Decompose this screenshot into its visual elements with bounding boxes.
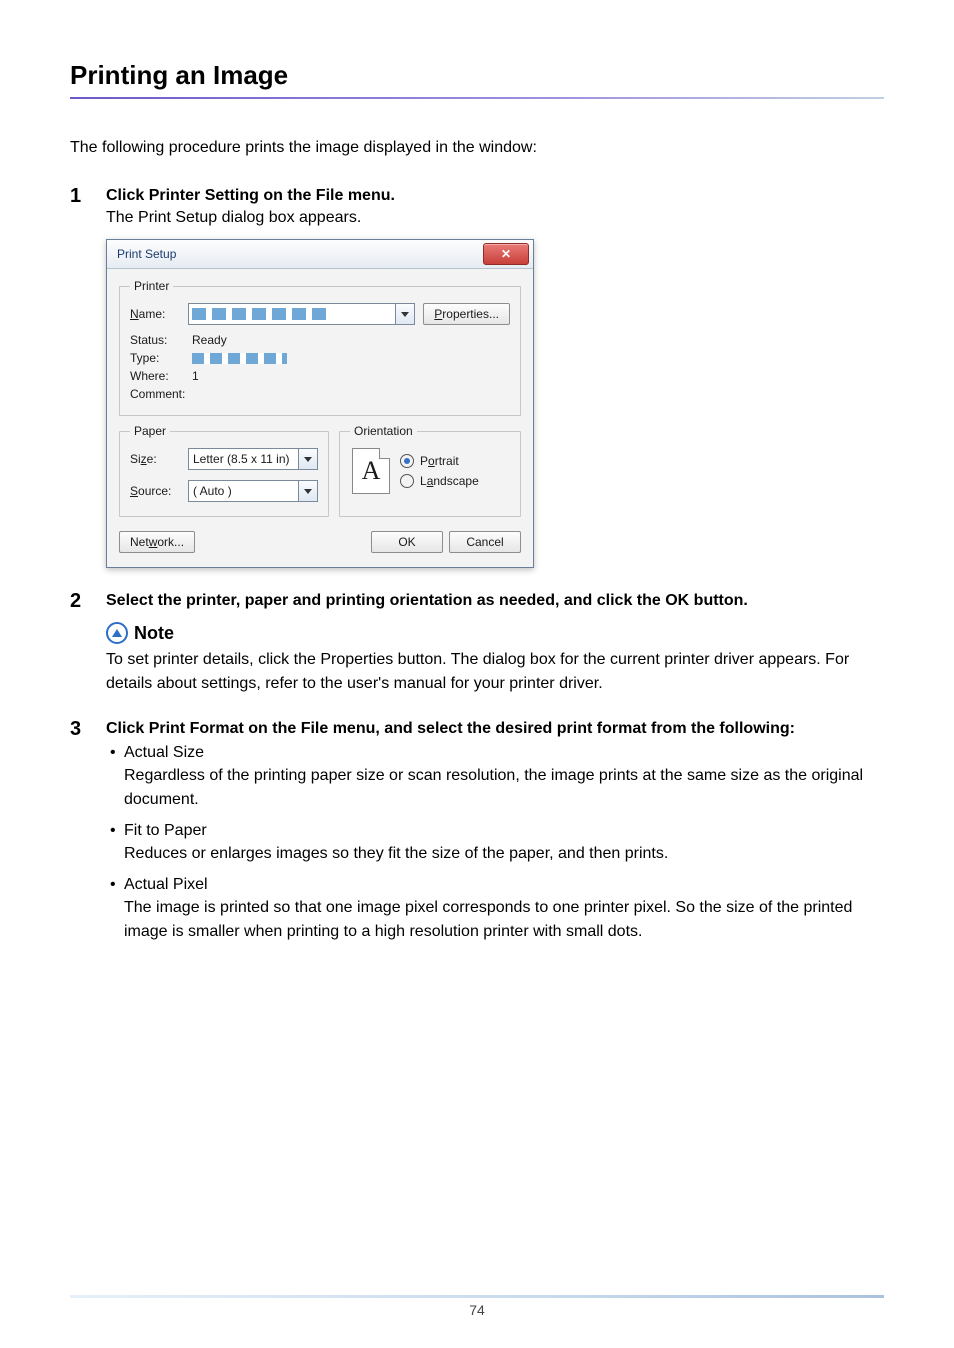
step-number: 2 — [70, 590, 81, 613]
step-title: Click Print Format on the File menu, and… — [106, 720, 884, 738]
printer-name-dropdown[interactable] — [188, 303, 415, 325]
radio-checked-icon — [400, 454, 414, 468]
note-text: To set printer details, click the Proper… — [106, 648, 884, 696]
paper-size-value: Letter (8.5 x 11 in) — [193, 452, 290, 466]
note-header: Note — [106, 622, 884, 644]
orientation-preview-icon: A — [352, 448, 390, 494]
orientation-legend: Orientation — [350, 424, 417, 438]
step-title: Select the printer, paper and printing o… — [106, 592, 884, 610]
paper-legend: Paper — [130, 424, 170, 438]
step-title: Click Printer Setting on the File menu. — [106, 187, 884, 205]
network-button[interactable]: Network... — [119, 531, 195, 553]
cancel-button[interactable]: Cancel — [449, 531, 521, 553]
page-title: Printing an Image — [70, 60, 884, 91]
format-name: Actual Size — [124, 744, 884, 762]
type-label: Type: — [130, 351, 192, 365]
orientation-group: Orientation A Portrait — [339, 424, 521, 517]
radio-unchecked-icon — [400, 474, 414, 488]
close-icon: ✕ — [501, 247, 511, 261]
note-heading: Note — [134, 623, 174, 644]
format-desc: Regardless of the printing paper size or… — [124, 764, 884, 812]
network-label: Network... — [130, 535, 184, 549]
format-name: Actual Pixel — [124, 876, 884, 894]
step-2: 2 Select the printer, paper and printing… — [70, 592, 884, 720]
footer-divider — [70, 1295, 884, 1298]
properties-button[interactable]: Properties... — [423, 303, 510, 325]
list-item: Actual Size Regardless of the printing p… — [124, 744, 884, 822]
intro-text: The following procedure prints the image… — [70, 139, 884, 157]
page-number: 74 — [70, 1302, 884, 1318]
step-3: 3 Click Print Format on the File menu, a… — [70, 720, 884, 978]
note-icon — [106, 622, 128, 644]
landscape-label: Landscape — [420, 474, 479, 488]
list-item: Fit to Paper Reduces or enlarges images … — [124, 822, 884, 876]
paper-source-value: ( Auto ) — [193, 484, 232, 498]
dropdown-button[interactable] — [395, 304, 414, 324]
properties-label: Properties... — [434, 307, 499, 321]
chevron-down-icon — [401, 312, 409, 317]
page-footer: 74 — [70, 1295, 884, 1318]
status-value: Ready — [192, 333, 510, 347]
where-label: Where: — [130, 369, 192, 383]
step-1: 1 Click Printer Setting on the File menu… — [70, 187, 884, 592]
chevron-down-icon — [304, 489, 312, 494]
list-item: Actual Pixel The image is printed so tha… — [124, 876, 884, 954]
status-label: Status: — [130, 333, 192, 347]
portrait-radio[interactable]: Portrait — [400, 454, 479, 468]
size-label: Size: — [130, 452, 188, 466]
chevron-down-icon — [304, 457, 312, 462]
comment-label: Comment: — [130, 387, 192, 401]
format-name: Fit to Paper — [124, 822, 884, 840]
printer-group: Printer Name: Properties... — [119, 279, 521, 416]
title-divider — [70, 97, 884, 99]
paper-size-dropdown[interactable]: Letter (8.5 x 11 in) — [188, 448, 318, 470]
landscape-radio[interactable]: Landscape — [400, 474, 479, 488]
paper-group: Paper Size: Letter (8.5 x 11 in) Source: — [119, 424, 329, 517]
name-label: Name: — [130, 307, 188, 321]
dialog-title: Print Setup — [107, 247, 176, 261]
dropdown-button[interactable] — [298, 449, 317, 469]
printer-legend: Printer — [130, 279, 173, 293]
portrait-label: Portrait — [420, 454, 459, 468]
dialog-titlebar[interactable]: Print Setup ✕ — [107, 240, 533, 269]
step-number: 1 — [70, 185, 81, 208]
step-number: 3 — [70, 718, 81, 741]
print-setup-dialog: Print Setup ✕ Printer Name: — [106, 239, 534, 568]
ok-button[interactable]: OK — [371, 531, 443, 553]
where-value: 1 — [192, 369, 510, 383]
dropdown-button[interactable] — [298, 481, 317, 501]
printer-name-value — [192, 308, 327, 320]
source-label: Source: — [130, 484, 188, 498]
format-desc: Reduces or enlarges images so they fit t… — [124, 842, 884, 866]
close-button[interactable]: ✕ — [483, 243, 529, 265]
step-body: The Print Setup dialog box appears. — [106, 209, 884, 227]
paper-source-dropdown[interactable]: ( Auto ) — [188, 480, 318, 502]
format-desc: The image is printed so that one image p… — [124, 896, 884, 944]
type-value — [192, 351, 510, 365]
